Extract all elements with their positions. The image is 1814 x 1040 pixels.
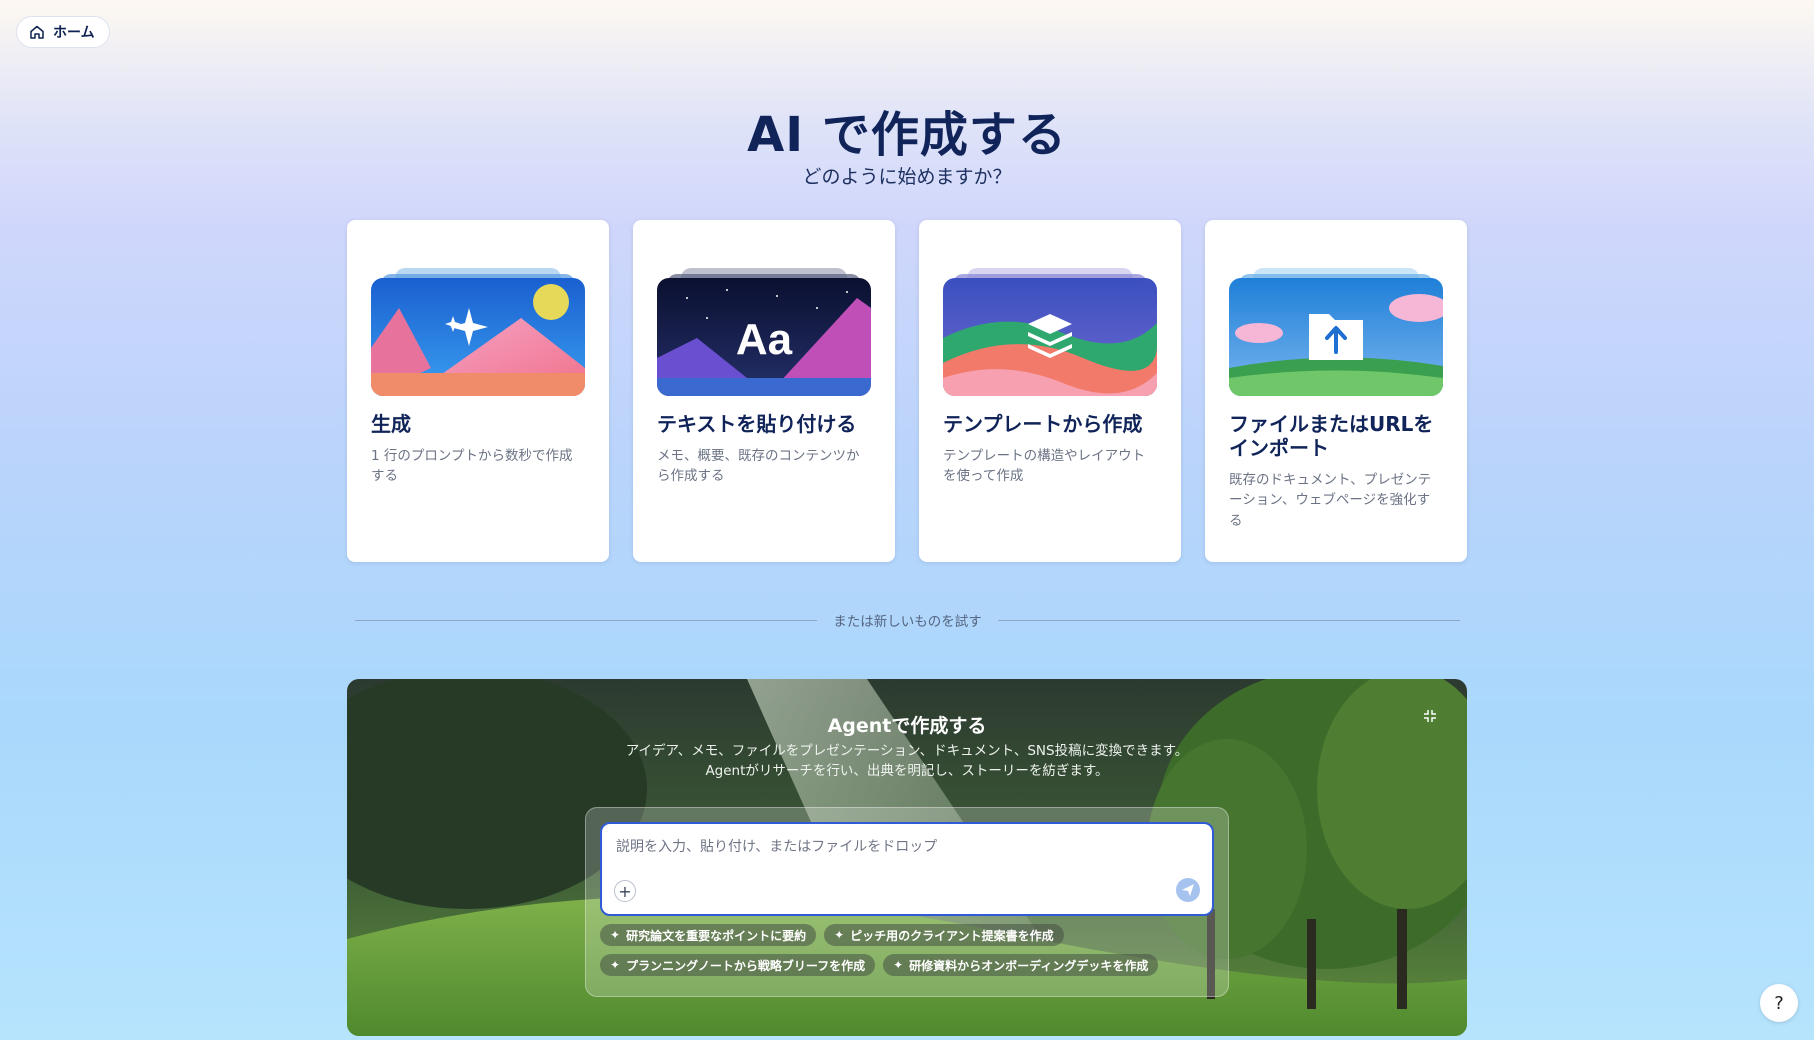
help-button[interactable]: ?: [1760, 984, 1798, 1022]
plus-icon: +: [618, 881, 632, 901]
suggestion-chip[interactable]: ✦ 研究論文を重要なポイントに要約: [600, 924, 817, 946]
help-icon: ?: [1774, 992, 1784, 1014]
chip-label: ピッチ用のクライアント提案書を作成: [850, 928, 1054, 943]
prompt-input[interactable]: 説明を入力、貼り付け、またはファイルをドロップ +: [600, 822, 1214, 916]
agent-panel: Agentで作成する アイデア、メモ、ファイルをプレゼンテーション、ドキュメント…: [347, 679, 1467, 1036]
agent-desc-line1: アイデア、メモ、ファイルをプレゼンテーション、ドキュメント、SNS投稿に変換でき…: [625, 743, 1189, 759]
card-import[interactable]: ファイルまたはURLをインポート 既存のドキュメント、プレゼンテーション、ウェブ…: [1205, 220, 1467, 562]
agent-desc-line2: Agentがリサーチを行い、出典を明記し、ストーリーを紡ぎます。: [705, 762, 1109, 779]
page-title: AI で作成する: [747, 107, 1067, 163]
page-subtitle: どのように始めますか？: [802, 166, 1012, 188]
chip-label: プランニングノートから戦略ブリーフを作成: [626, 958, 866, 973]
agent-description: アイデア、メモ、ファイルをプレゼンテーション、ドキュメント、SNS投稿に変換でき…: [347, 742, 1467, 781]
card-title: テキストを貼り付ける: [657, 412, 857, 436]
collapse-icon[interactable]: [1421, 707, 1439, 725]
chip-label: 研究論文を重要なポイントに要約: [626, 928, 807, 943]
card-title: テンプレートから作成: [943, 412, 1143, 436]
prompt-placeholder: 説明を入力、貼り付け、またはファイルをドロップ: [616, 839, 938, 855]
suggestion-chip[interactable]: ✦ ピッチ用のクライアント提案書を作成: [824, 924, 1064, 946]
card-description: メモ、概要、既存のコンテンツから作成する: [657, 448, 860, 485]
card-description: 1 行のプロンプトから数秒で作成する: [371, 448, 573, 485]
chip-label: 研修資料からオンボーディングデッキを作成: [909, 958, 1149, 973]
add-attachment-button[interactable]: +: [614, 880, 636, 902]
card-thumbnail: [371, 244, 585, 396]
option-cards: 生成 1 行のプロンプトから数秒で作成する Aa テキストを貼り付ける メモ、概…: [347, 220, 1467, 562]
card-title: ファイルまたはURLをインポート: [1229, 412, 1434, 460]
suggestion-chip[interactable]: ✦ 研修資料からオンボーディングデッキを作成: [883, 954, 1159, 976]
card-description: 既存のドキュメント、プレゼンテーション、ウェブページを強化する: [1229, 472, 1432, 529]
sparkle-icon: ✦: [893, 958, 904, 972]
sparkle-icon: ✦: [610, 958, 621, 972]
card-generate[interactable]: 生成 1 行のプロンプトから数秒で作成する: [347, 220, 609, 562]
card-thumbnail: [943, 244, 1157, 396]
suggestion-chip[interactable]: ✦ プランニングノートから戦略ブリーフを作成: [600, 954, 876, 976]
sparkle-icon: ✦: [834, 928, 845, 942]
card-description: テンプレートの構造やレイアウトを使って作成: [943, 448, 1146, 485]
suggestion-chips: ✦ 研究論文を重要なポイントに要約 ✦ ピッチ用のクライアント提案書を作成 ✦ …: [600, 924, 1200, 976]
prompt-panel: 説明を入力、貼り付け、またはファイルをドロップ + ✦ 研究論文を重要なポイント…: [585, 807, 1229, 997]
card-thumbnail: Aa: [657, 244, 871, 396]
card-title: 生成: [371, 412, 411, 436]
home-icon: [30, 25, 44, 39]
sparkle-icon: ✦: [610, 928, 621, 942]
home-label: ホーム: [53, 25, 95, 41]
divider-label: または新しいものを試す: [833, 614, 982, 630]
svg-text:Aa: Aa: [736, 315, 793, 364]
card-paste-text[interactable]: Aa テキストを貼り付ける メモ、概要、既存のコンテンツから作成する: [633, 220, 895, 562]
card-template[interactable]: テンプレートから作成 テンプレートの構造やレイアウトを使って作成: [919, 220, 1181, 562]
send-button[interactable]: [1176, 878, 1200, 902]
agent-title: Agentで作成する: [827, 715, 987, 737]
home-button[interactable]: ホーム: [16, 16, 110, 48]
card-thumbnail: [1229, 244, 1443, 396]
send-icon: [1182, 884, 1194, 896]
section-divider: または新しいものを試す: [355, 610, 1460, 630]
